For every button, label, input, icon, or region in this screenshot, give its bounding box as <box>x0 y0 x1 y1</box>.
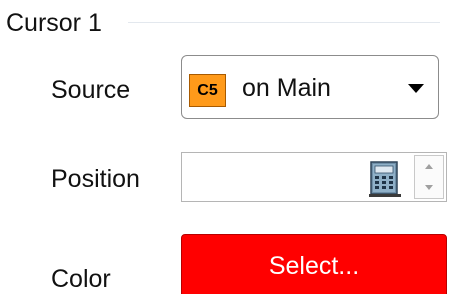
cursor-settings-panel: Cursor 1 Source C5 on Main Position Colo… <box>0 0 454 294</box>
position-input[interactable] <box>182 153 362 201</box>
channel-badge: C5 <box>189 74 226 107</box>
source-label: Source <box>51 76 131 104</box>
source-dropdown[interactable]: C5 on Main <box>181 55 439 119</box>
color-select-label: Select... <box>268 252 360 280</box>
position-spinner <box>414 155 444 199</box>
spin-down-button[interactable] <box>415 177 443 198</box>
calculator-icon[interactable] <box>367 158 403 198</box>
group-divider <box>128 22 440 23</box>
color-label: Color <box>51 265 111 293</box>
chevron-down-icon <box>408 84 424 93</box>
source-value: on Main <box>242 74 331 102</box>
position-label: Position <box>51 165 140 193</box>
color-select-button[interactable]: Select... <box>181 234 447 294</box>
spin-up-button[interactable] <box>415 156 443 178</box>
position-field <box>181 152 447 202</box>
group-title: Cursor 1 <box>6 8 106 38</box>
